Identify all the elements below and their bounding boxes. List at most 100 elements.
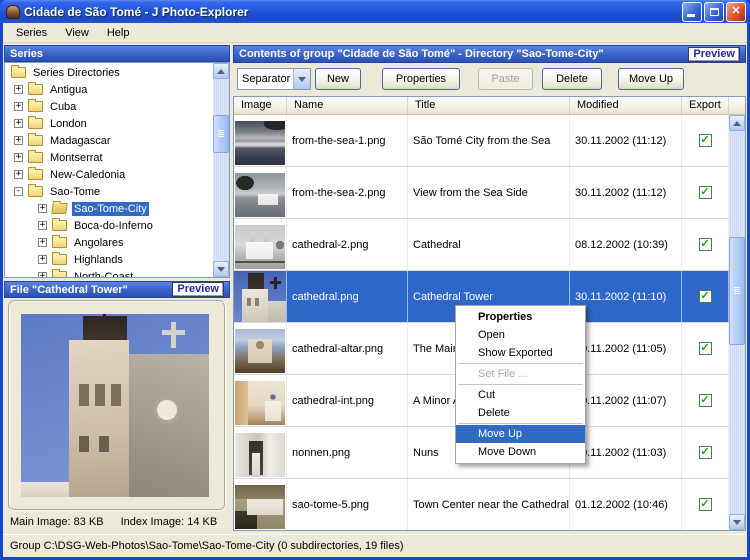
status-text: Group C:\DSG-Web-Photos\Sao-Tome\Sao-Tom… <box>10 540 404 552</box>
tree-item-madagascar[interactable]: + Madagascar <box>5 132 213 149</box>
expander-plus-icon[interactable]: + <box>14 136 23 145</box>
menu-item-delete[interactable]: Delete <box>456 404 585 422</box>
menu-item-open[interactable]: Open <box>456 326 585 344</box>
scroll-up-button[interactable] <box>729 115 745 131</box>
scroll-down-button[interactable] <box>213 261 229 277</box>
expander-plus-icon[interactable]: + <box>14 102 23 111</box>
column-header-title[interactable]: Title <box>408 97 570 114</box>
tree-scrollbar[interactable] <box>213 63 229 277</box>
folder-icon <box>28 186 43 197</box>
cell-name: from-the-sea-1.png <box>287 115 408 166</box>
tree-item-cuba[interactable]: + Cuba <box>5 98 213 115</box>
table-header-row: Image Name Title Modified Export <box>234 97 745 115</box>
expander-plus-icon[interactable]: + <box>38 255 47 264</box>
column-header-modified[interactable]: Modified <box>570 97 682 114</box>
expander-plus-icon[interactable]: + <box>14 170 23 179</box>
minimize-button[interactable] <box>682 2 702 22</box>
tree-item-sao-tome-city[interactable]: + Sao-Tome-City <box>5 200 213 217</box>
thumbnail[interactable] <box>235 121 285 165</box>
separator-dropdown[interactable]: Separator <box>237 68 311 90</box>
scroll-up-button[interactable] <box>213 63 229 79</box>
menu-item-properties[interactable]: Properties <box>456 308 585 326</box>
series-panel-header: Series <box>4 45 230 62</box>
expander-plus-icon[interactable]: + <box>14 119 23 128</box>
file-panel-header: File "Cathedral Tower" Preview <box>4 281 230 298</box>
tree-item-label-selected: Sao-Tome-City <box>72 202 149 216</box>
expander-minus-icon[interactable]: - <box>14 187 23 196</box>
export-checkbox[interactable]: ✓ <box>699 186 712 199</box>
preview-image <box>21 314 209 497</box>
file-panel-title: File "Cathedral Tower" <box>10 284 128 296</box>
dropdown-button[interactable] <box>293 69 310 89</box>
expander-plus-icon[interactable]: + <box>38 238 47 247</box>
menu-item-show-exported[interactable]: Show Exported <box>456 344 585 362</box>
contents-preview-button[interactable]: Preview <box>688 47 740 62</box>
move-up-button[interactable]: Move Up <box>618 68 684 90</box>
folder-icon <box>52 237 67 248</box>
thumbnail[interactable] <box>234 271 286 322</box>
export-checkbox[interactable]: ✓ <box>699 134 712 147</box>
menu-item-cut[interactable]: Cut <box>456 386 585 404</box>
tree-item-new-caledonia[interactable]: + New-Caledonia <box>5 166 213 183</box>
close-button[interactable]: ✕ <box>726 2 746 22</box>
table-row[interactable]: cathedral-2.png Cathedral 08.12.2002 (10… <box>234 219 729 271</box>
table-row[interactable]: sao-tome-5.png Town Center near the Cath… <box>234 479 729 531</box>
export-checkbox[interactable]: ✓ <box>699 498 712 511</box>
column-header-image[interactable]: Image <box>234 97 287 114</box>
export-checkbox[interactable]: ✓ <box>699 238 712 251</box>
expander-plus-icon[interactable]: + <box>38 272 47 278</box>
table-row[interactable]: from-the-sea-2.png View from the Sea Sid… <box>234 167 729 219</box>
scrollbar-thumb[interactable] <box>729 237 745 345</box>
menu-view[interactable]: View <box>56 25 98 41</box>
tree-item-antigua[interactable]: + Antigua <box>5 81 213 98</box>
tree-item-series-directories[interactable]: Series Directories <box>5 64 213 81</box>
thumbnail[interactable] <box>235 225 285 269</box>
app-window: Cidade de São Tomé - J Photo-Explorer ✕ … <box>0 0 750 560</box>
thumbnail[interactable] <box>235 173 285 217</box>
thumbnail[interactable] <box>235 433 285 477</box>
scroll-down-button[interactable] <box>729 514 745 530</box>
menu-series[interactable]: Series <box>7 25 56 41</box>
tree-item-london[interactable]: + London <box>5 115 213 132</box>
tree-item-north-coast[interactable]: + North-Coast <box>5 268 213 278</box>
new-button[interactable]: New <box>315 68 361 90</box>
maximize-button[interactable] <box>704 2 724 22</box>
tree-item-angolares[interactable]: + Angolares <box>5 234 213 251</box>
table-row[interactable]: from-the-sea-1.png São Tomé City from th… <box>234 115 729 167</box>
delete-button[interactable]: Delete <box>542 68 602 90</box>
menu-item-move-down[interactable]: Move Down <box>456 443 585 461</box>
image-size-info: Main Image: 83 KB Index Image: 14 KB <box>10 516 230 528</box>
expander-plus-icon[interactable]: + <box>14 153 23 162</box>
folder-icon <box>52 220 67 231</box>
table-scrollbar[interactable] <box>729 115 745 530</box>
expander-plus-icon[interactable]: + <box>14 85 23 94</box>
thumbnail[interactable] <box>235 329 285 373</box>
cell-modified: 30.11.2002 (11:03) <box>570 427 682 478</box>
column-header-export[interactable]: Export <box>682 97 729 114</box>
thumbnail[interactable] <box>235 485 285 529</box>
tree-item-highlands[interactable]: + Highlands <box>5 251 213 268</box>
properties-button[interactable]: Properties <box>382 68 460 90</box>
menu-item-move-up[interactable]: Move Up <box>456 425 585 443</box>
expander-plus-icon[interactable]: + <box>38 204 47 213</box>
tree-item-label: Cuba <box>48 100 78 114</box>
thumbnail[interactable] <box>235 381 285 425</box>
tree-item-sao-tome[interactable]: - Sao-Tome <box>5 183 213 200</box>
title-bar[interactable]: Cidade de São Tomé - J Photo-Explorer ✕ <box>0 0 750 23</box>
series-tree: Series Directories + Antigua + Cuba + Lo… <box>4 62 230 278</box>
column-header-name[interactable]: Name <box>287 97 408 114</box>
maximize-icon <box>710 8 719 16</box>
file-preview-button[interactable]: Preview <box>172 282 224 297</box>
tree-item-label: Montserrat <box>48 151 105 165</box>
context-menu: Properties Open Show Exported Set File .… <box>455 305 586 464</box>
export-checkbox[interactable]: ✓ <box>699 290 712 303</box>
export-checkbox[interactable]: ✓ <box>699 342 712 355</box>
tree-item-boca-do-inferno[interactable]: + Boca-do-Inferno <box>5 217 213 234</box>
scrollbar-thumb[interactable] <box>213 115 229 153</box>
arrow-down-icon <box>733 520 741 525</box>
tree-item-montserrat[interactable]: + Montserrat <box>5 149 213 166</box>
export-checkbox[interactable]: ✓ <box>699 446 712 459</box>
export-checkbox[interactable]: ✓ <box>699 394 712 407</box>
expander-plus-icon[interactable]: + <box>38 221 47 230</box>
menu-help[interactable]: Help <box>98 25 139 41</box>
